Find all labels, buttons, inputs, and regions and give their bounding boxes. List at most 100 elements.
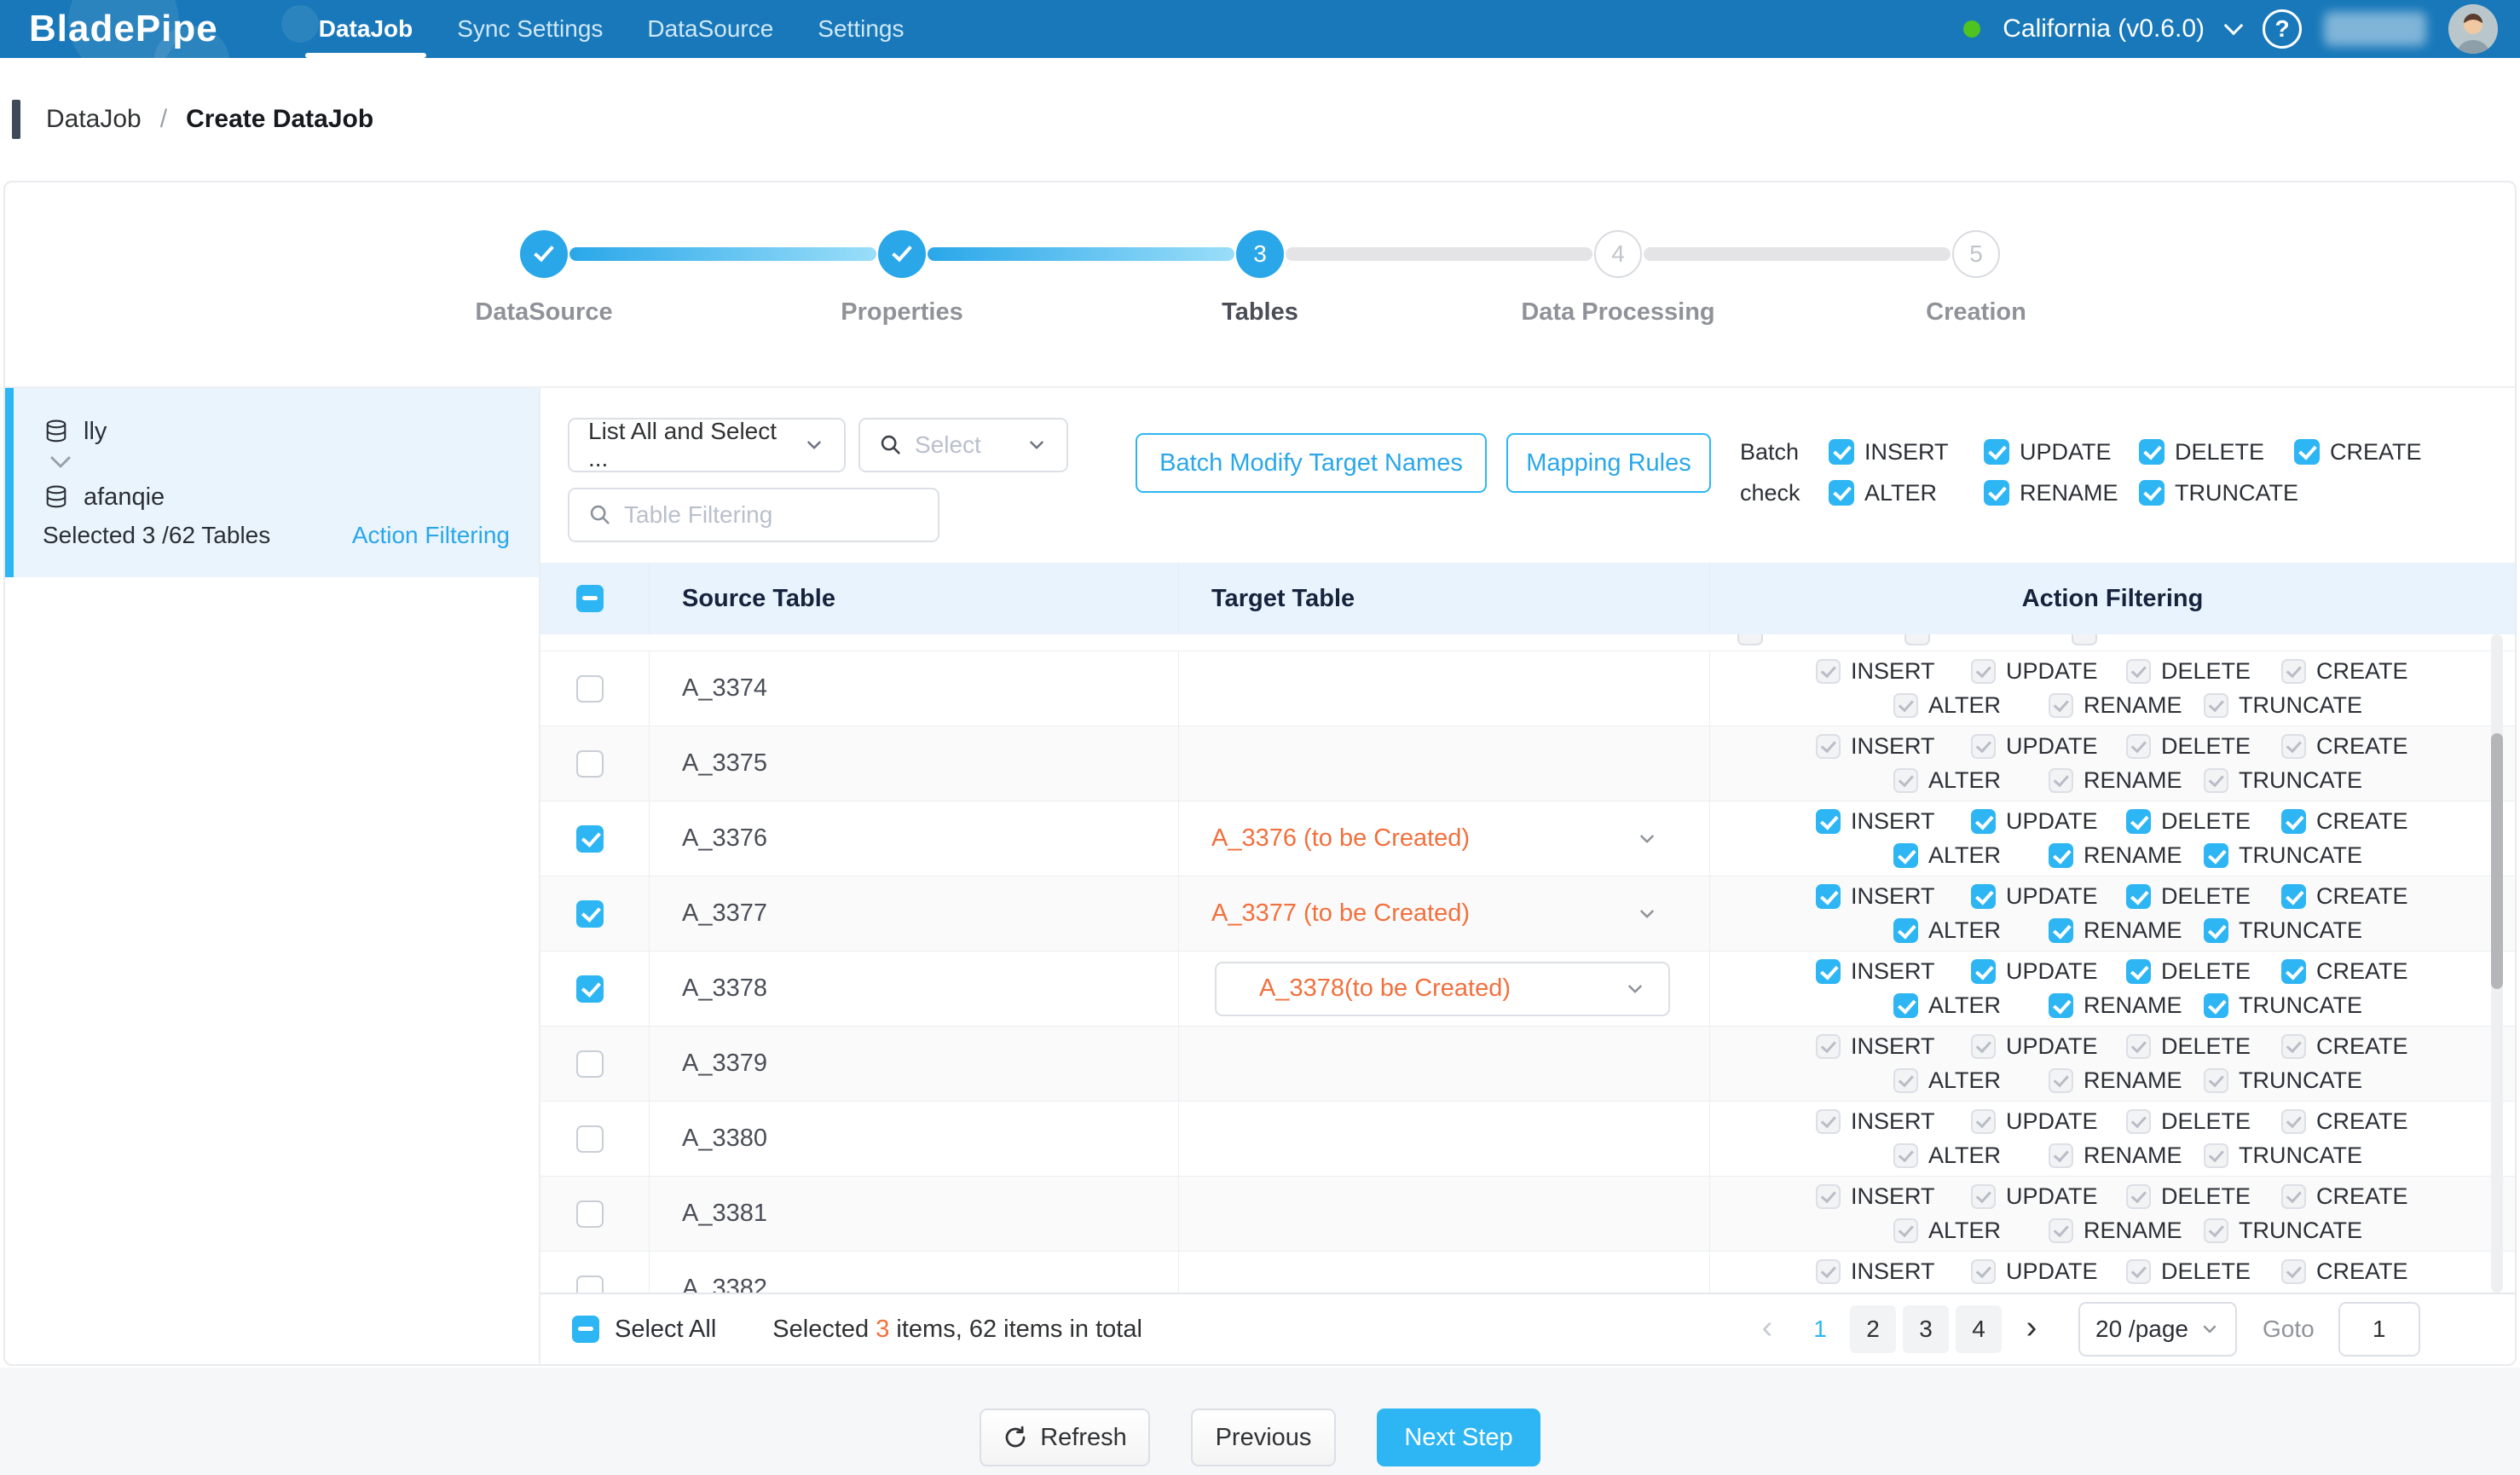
scrollbar-thumb[interactable] [2491,733,2503,989]
page-size-value: 20 /page [2095,1316,2191,1343]
row-select-checkbox[interactable] [576,1050,604,1078]
batch-delete-checkbox[interactable] [2139,439,2165,465]
page-size-select[interactable]: 20 /page [2078,1302,2237,1356]
previous-button[interactable]: Previous [1191,1408,1336,1466]
batch-truncate-checkbox[interactable] [2139,480,2165,506]
action-label: UPDATE [2006,1108,2098,1135]
source-table-name: A_3382 [682,1275,767,1293]
source-table-name: A_3379 [682,1050,767,1078]
action-delete-checkbox[interactable] [2126,809,2151,834]
action-delete-checkbox[interactable] [2126,959,2151,984]
action-rename-checkbox[interactable] [2049,918,2073,943]
region-selector[interactable]: California (v0.6.0) [2003,14,2205,43]
action-label: INSERT [1851,958,1935,985]
datasource-pair-panel[interactable]: lly afanqie Selected 3 /62 [5,388,539,577]
table-row: A_3376A_3376 (to be Created)INSERTUPDATE… [540,801,2515,876]
select-all-checkbox[interactable] [572,1316,599,1343]
nav-item-datasource[interactable]: DataSource [625,0,795,58]
col-target-table: Target Table [1179,563,1710,634]
brand-logo: BladePipe [0,8,218,50]
header-select-checkbox[interactable] [576,585,604,612]
table-row: A_3382INSERTUPDATEDELETECREATEALTERRENAM… [540,1252,2515,1293]
vertical-scrollbar[interactable] [2491,634,2503,1293]
page-button-2[interactable]: 2 [1850,1305,1896,1353]
action-label: DELETE [2161,658,2251,685]
action-rename-checkbox [2049,693,2073,718]
action-insert-checkbox[interactable] [1816,884,1841,909]
target-table-select[interactable]: A_3377 (to be Created) [1211,899,1709,928]
action-label: CREATE [2316,1183,2408,1210]
row-select-checkbox[interactable] [576,1125,604,1153]
action-label: TRUNCATE [2239,842,2362,869]
chevron-down-icon[interactable] [2224,16,2244,36]
target-table-name: A_3376 (to be Created) [1211,824,1470,853]
row-select-checkbox[interactable] [576,900,604,928]
action-insert-checkbox[interactable] [1816,959,1841,984]
action-truncate-checkbox[interactable] [2204,843,2228,868]
prev-page-button[interactable]: ‹ [1744,1305,1790,1353]
refresh-button[interactable]: Refresh [980,1408,1150,1466]
action-truncate-checkbox[interactable] [2204,918,2228,943]
batch-create-checkbox[interactable] [2294,439,2320,465]
action-label: INSERT [1851,808,1935,835]
action-label: TRUNCATE [2239,1142,2362,1169]
action-update-checkbox[interactable] [1971,809,1996,834]
action-delete-checkbox [2126,1259,2151,1284]
batch-update-checkbox[interactable] [1984,439,2009,465]
nav-item-settings[interactable]: Settings [795,0,926,58]
target-table-select[interactable]: A_3378(to be Created) [1215,962,1670,1016]
action-label: CREATE [2316,1258,2408,1285]
action-delete-checkbox[interactable] [2126,884,2151,909]
avatar[interactable] [2448,4,2498,54]
breadcrumb-parent[interactable]: DataJob [46,105,142,134]
table-filtering-input[interactable]: Table Filtering [568,488,939,542]
action-create-checkbox[interactable] [2281,884,2306,909]
page-button-4[interactable]: 4 [1956,1305,2002,1353]
step-done-circle [520,230,568,278]
batch-modify-target-names-button[interactable]: Batch Modify Target Names [1136,433,1487,493]
target-table-select[interactable]: A_3376 (to be Created) [1211,824,1709,853]
next-page-button[interactable]: › [2008,1305,2055,1353]
nav-item-sync-settings[interactable]: Sync Settings [435,0,625,58]
batch-insert-checkbox[interactable] [1829,439,1854,465]
row-select-checkbox[interactable] [576,1275,604,1293]
row-select-checkbox[interactable] [576,675,604,703]
action-label: CREATE [2316,1033,2408,1060]
action-label: TRUNCATE [2239,1067,2362,1094]
action-label: ALTER [1928,1067,2001,1094]
action-create-checkbox[interactable] [2281,959,2306,984]
action-alter-checkbox[interactable] [1893,993,1918,1018]
action-alter-checkbox[interactable] [1893,843,1918,868]
action-create-checkbox [2281,1184,2306,1209]
row-select-checkbox[interactable] [576,750,604,778]
action-filtering-link[interactable]: Action Filtering [352,522,510,549]
page-button-1[interactable]: 1 [1797,1305,1843,1353]
page-button-3[interactable]: 3 [1903,1305,1949,1353]
help-icon[interactable]: ? [2263,9,2302,49]
quick-select-dropdown[interactable]: Select [858,418,1068,472]
list-mode-select[interactable]: List All and Select ... [568,418,846,472]
action-create-checkbox [2281,1109,2306,1134]
action-update-checkbox [1971,659,1996,684]
action-delete-checkbox [2126,1034,2151,1059]
nav-item-datajob[interactable]: DataJob [297,0,435,58]
action-create-checkbox[interactable] [2281,809,2306,834]
row-select-checkbox[interactable] [576,825,604,853]
table-rows: A_3374INSERTUPDATEDELETECREATEALTERRENAM… [540,651,2515,1293]
action-update-checkbox[interactable] [1971,959,1996,984]
action-update-checkbox[interactable] [1971,884,1996,909]
goto-page-input[interactable]: 1 [2338,1302,2420,1356]
action-insert-checkbox[interactable] [1816,809,1841,834]
batch-alter-checkbox[interactable] [1829,480,1854,506]
next-step-button[interactable]: Next Step [1377,1408,1540,1466]
batch-rename-checkbox[interactable] [1984,480,2009,506]
action-rename-checkbox[interactable] [2049,993,2073,1018]
action-label: DELETE [2161,1258,2251,1285]
mapping-rules-button[interactable]: Mapping Rules [1506,433,1711,493]
refresh-icon [1003,1425,1028,1450]
row-select-checkbox[interactable] [576,975,604,1003]
row-select-checkbox[interactable] [576,1200,604,1228]
action-alter-checkbox[interactable] [1893,918,1918,943]
action-rename-checkbox[interactable] [2049,843,2073,868]
action-truncate-checkbox[interactable] [2204,993,2228,1018]
